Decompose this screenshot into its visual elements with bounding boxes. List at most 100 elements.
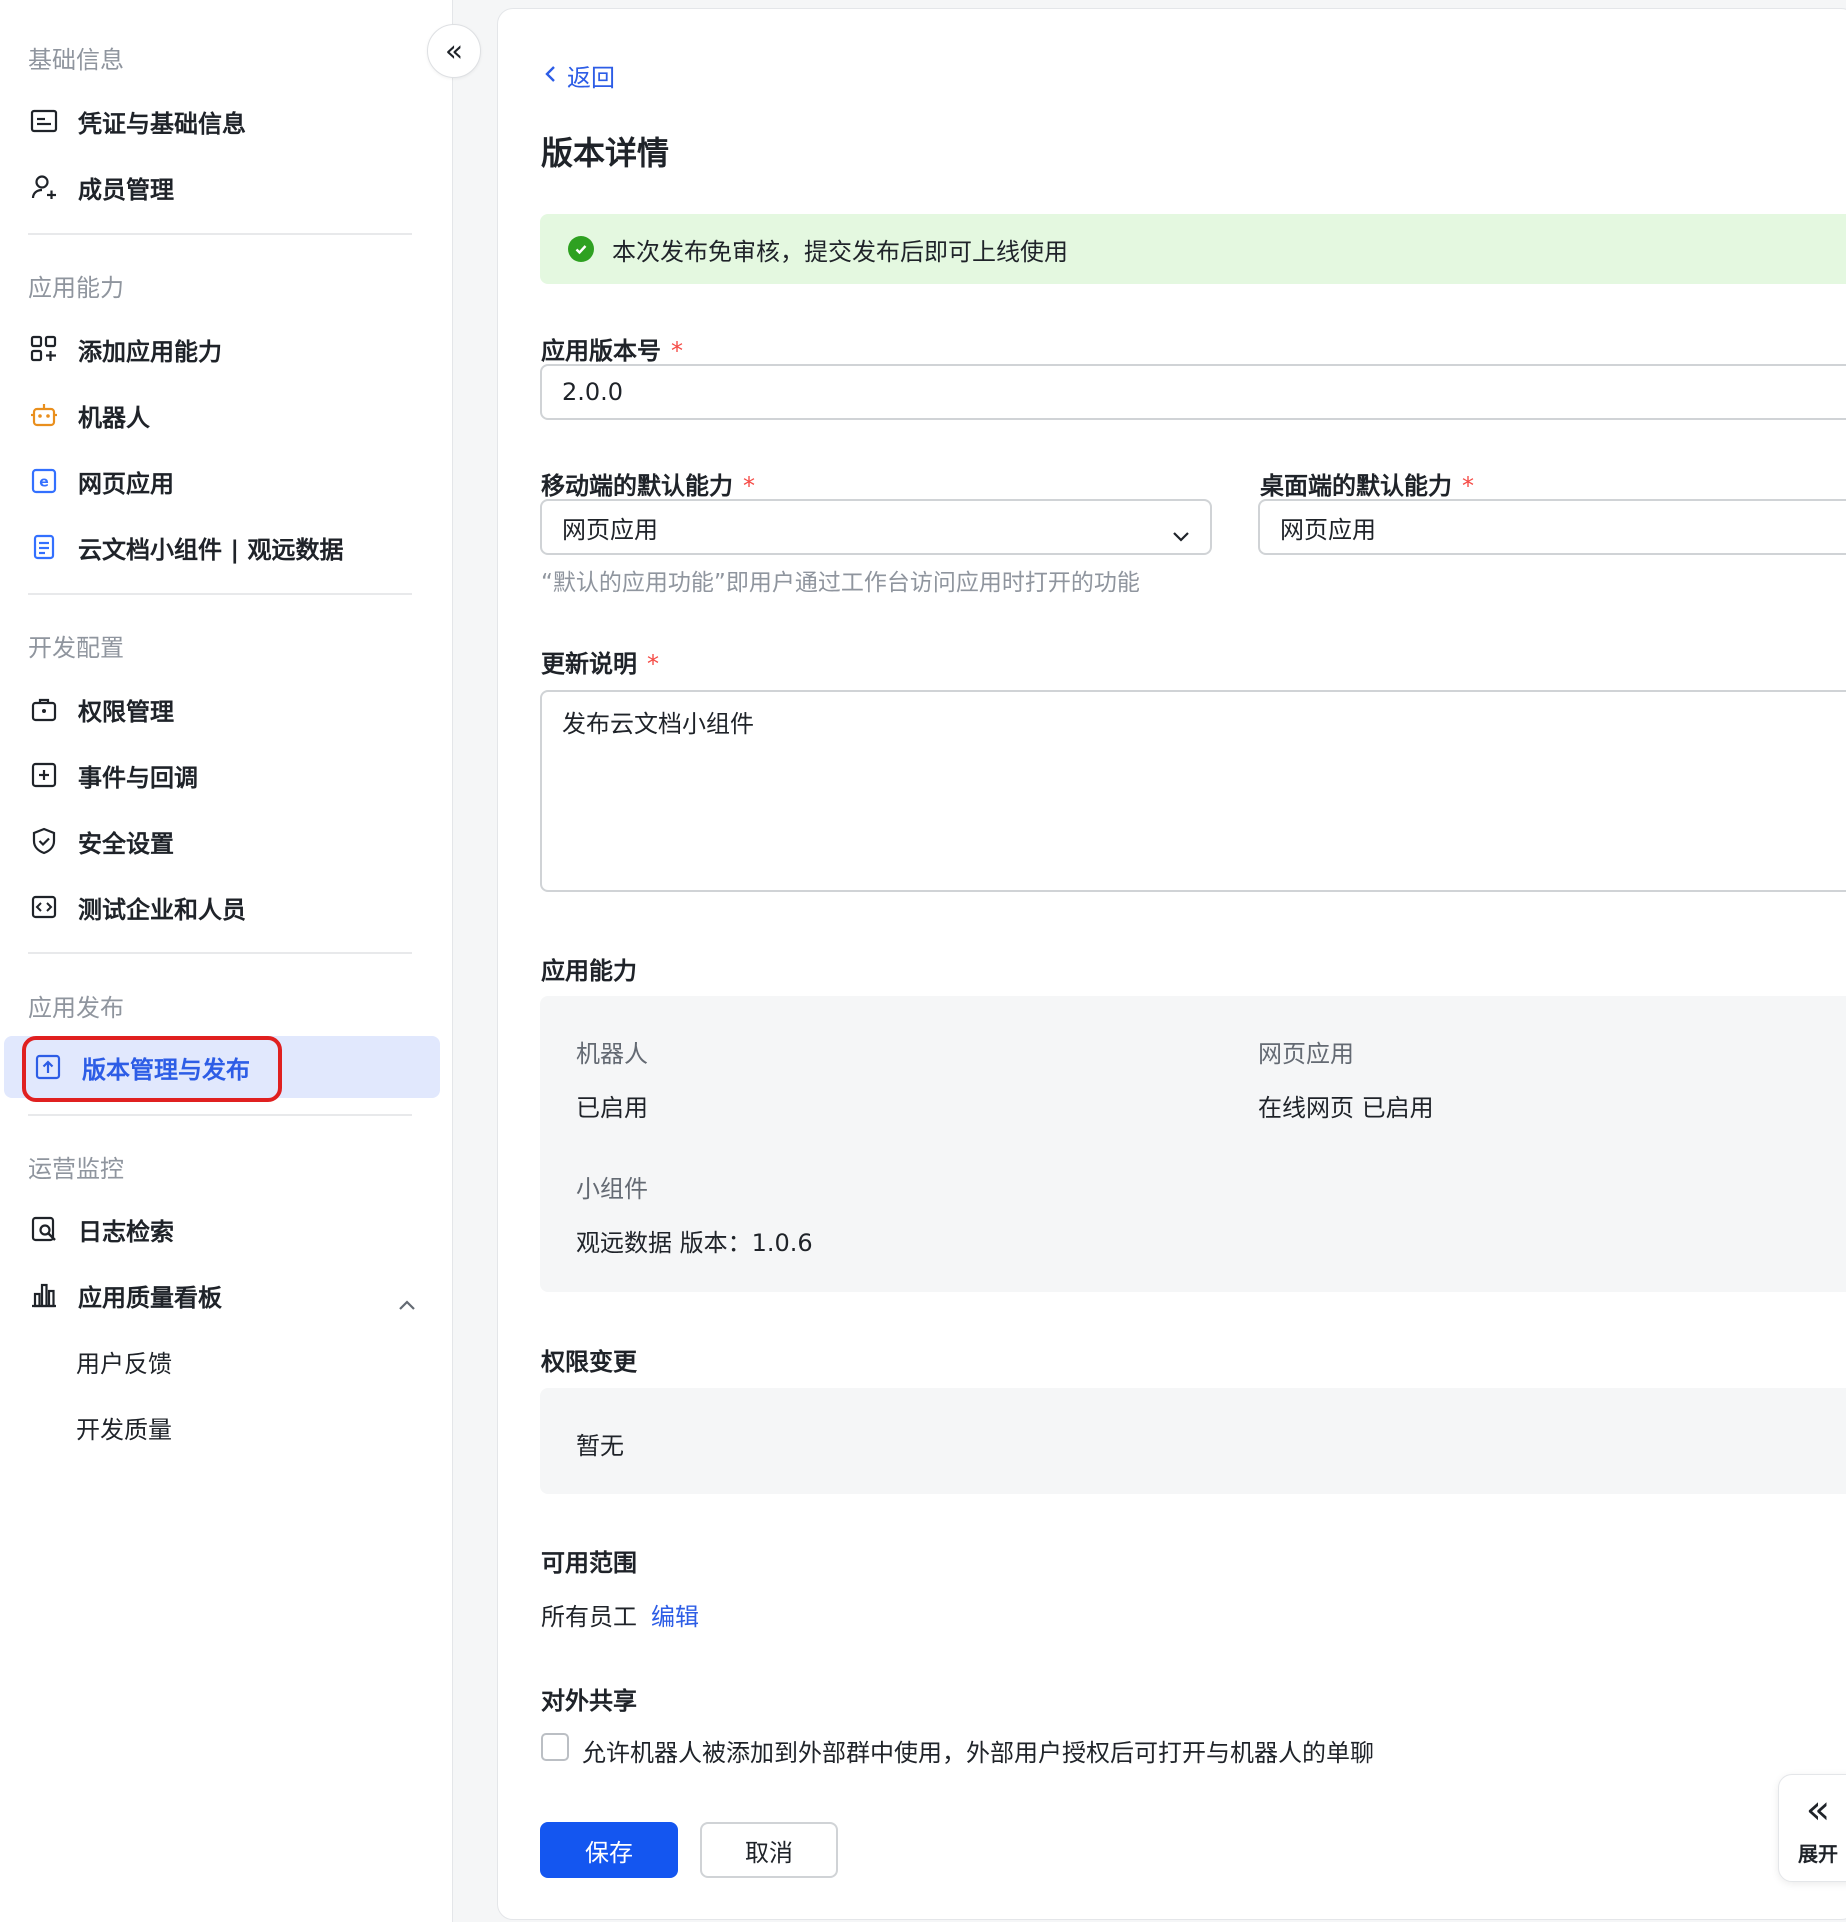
sidebar-item-doc-widget[interactable]: 云文档小组件 | 观远数据 [0,516,440,578]
sidebar-item-members[interactable]: 成员管理 [0,156,440,218]
sidebar-item-events[interactable]: 事件与回调 [0,744,440,806]
sidebar-item-label: 云文档小组件 | 观远数据 [78,535,344,564]
sidebar-item-log-search[interactable]: 日志检索 [0,1198,440,1260]
document-icon [28,531,60,563]
capability-web-value: 在线网页 已启用 [1258,1094,1434,1122]
sidebar-item-test-org[interactable]: 测试企业和人员 [0,876,440,938]
chevron-left-icon [543,62,557,90]
version-detail-panel [497,8,1846,1920]
briefcase-lock-icon [28,693,60,725]
sidebar-item-quality-board[interactable]: 应用质量看板 [0,1264,440,1326]
expand-panel-button[interactable]: « 展开 [1778,1774,1846,1882]
sidebar-item-label: 网页应用 [78,469,174,498]
sidebar: 基础信息 凭证与基础信息 成员管理 应用能力 添加应用能力 机器人 e 网页应用… [0,0,453,1922]
scope-value: 所有员工 [541,1603,637,1631]
add-user-icon [28,171,60,203]
robot-icon [28,399,60,431]
event-add-icon [28,759,60,791]
capability-widget-value: 观远数据 版本：1.0.6 [576,1229,813,1257]
mobile-default-value: 网页应用 [562,515,658,544]
collapse-sidebar-button[interactable]: « [427,24,481,78]
sidebar-divider [28,593,412,595]
chevron-down-icon [1172,521,1190,549]
sidebar-item-label: 用户反馈 [76,1349,172,1378]
section-title-dev: 开发配置 [28,634,124,662]
sidebar-item-dev-quality[interactable]: 开发质量 [0,1396,440,1458]
required-mark: * [671,337,683,365]
release-notes-textarea[interactable]: 发布云文档小组件 [540,690,1846,892]
capabilities-box: 机器人 已启用 网页应用 在线网页 已启用 小组件 观远数据 版本：1.0.6 [540,996,1846,1292]
chevron-up-icon[interactable] [398,1289,416,1317]
success-notice: 本次发布免审核，提交发布后即可上线使用 [540,214,1846,284]
sidebar-item-bot[interactable]: 机器人 [0,384,440,446]
capability-widget-label: 小组件 [576,1175,648,1203]
id-card-icon [28,105,60,137]
mobile-default-label: 移动端的默认能力 * [541,466,755,501]
sidebar-item-label: 事件与回调 [78,763,198,792]
version-input-value: 2.0.0 [562,378,624,406]
sidebar-item-add-capability[interactable]: 添加应用能力 [0,318,440,380]
sidebar-divider [28,952,412,954]
version-label-text: 应用版本号 [541,337,661,365]
back-link-label: 返回 [567,64,615,92]
section-title-basic: 基础信息 [28,46,124,74]
permission-change-value: 暂无 [576,1432,624,1460]
scope-heading: 可用范围 [541,1549,637,1577]
double-chevron-left-icon: « [444,33,464,69]
required-mark: * [743,472,755,500]
desktop-default-value: 网页应用 [1280,515,1376,544]
sidebar-item-label: 应用质量看板 [78,1283,222,1312]
page-title: 版本详情 [541,134,670,172]
permission-change-box: 暂无 [540,1388,1846,1494]
version-input[interactable]: 2.0.0 [540,364,1846,420]
sidebar-divider [28,233,412,235]
sidebar-item-label: 测试企业和人员 [78,895,246,924]
mobile-default-select[interactable]: 网页应用 [540,499,1212,555]
app-root: 基础信息 凭证与基础信息 成员管理 应用能力 添加应用能力 机器人 e 网页应用… [0,0,1846,1922]
check-circle-icon [568,236,594,262]
mobile-default-label-text: 移动端的默认能力 [541,472,733,500]
sidebar-item-label: 版本管理与发布 [82,1055,250,1084]
expand-label: 展开 [1798,1841,1838,1866]
release-notes-value: 发布云文档小组件 [562,710,754,738]
default-capability-hint: “默认的应用功能”即用户通过工作台访问应用时打开的功能 [541,570,1140,596]
sidebar-item-label: 凭证与基础信息 [78,109,246,138]
sidebar-item-web-app[interactable]: e 网页应用 [0,450,440,512]
sidebar-item-label: 安全设置 [78,829,174,858]
version-label: 应用版本号 * [541,331,683,366]
notice-text: 本次发布免审核，提交发布后即可上线使用 [612,237,1068,266]
sidebar-item-credentials[interactable]: 凭证与基础信息 [0,90,440,152]
back-link[interactable]: 返回 [543,58,615,93]
sidebar-item-version-release[interactable]: 版本管理与发布 [4,1036,440,1098]
sidebar-item-label: 机器人 [78,403,150,432]
sidebar-item-label: 添加应用能力 [78,337,222,366]
desktop-default-label: 桌面端的默认能力 * [1260,466,1474,501]
double-chevron-left-icon: « [1805,1786,1831,1833]
sidebar-item-permissions[interactable]: 权限管理 [0,678,440,740]
log-search-icon [28,1213,60,1245]
svg-text:e: e [39,475,49,491]
required-mark: * [647,650,659,678]
section-title-capability: 应用能力 [28,274,124,302]
required-mark: * [1462,472,1474,500]
bar-chart-icon [28,1279,60,1311]
sidebar-item-user-feedback[interactable]: 用户反馈 [0,1330,440,1392]
code-box-icon [28,891,60,923]
share-checkbox-label[interactable]: 允许机器人被添加到外部群中使用，外部用户授权后可打开与机器人的单聊 [582,1733,1374,1768]
capability-bot-label: 机器人 [576,1040,648,1068]
cancel-button[interactable]: 取消 [700,1822,838,1878]
share-heading: 对外共享 [541,1687,637,1715]
sidebar-item-label: 开发质量 [76,1415,172,1444]
release-notes-label: 更新说明 * [541,644,659,679]
save-button[interactable]: 保存 [540,1822,678,1878]
capability-web-label: 网页应用 [1258,1040,1354,1068]
sidebar-item-label: 日志检索 [78,1217,174,1246]
share-checkbox[interactable] [541,1733,569,1761]
grid-add-icon [28,333,60,365]
sidebar-item-label: 成员管理 [78,175,174,204]
upload-box-icon [32,1051,64,1083]
desktop-default-select[interactable]: 网页应用 [1258,499,1846,555]
scope-edit-link[interactable]: 编辑 [651,1597,699,1632]
sidebar-item-security[interactable]: 安全设置 [0,810,440,872]
sidebar-item-label: 权限管理 [78,697,174,726]
